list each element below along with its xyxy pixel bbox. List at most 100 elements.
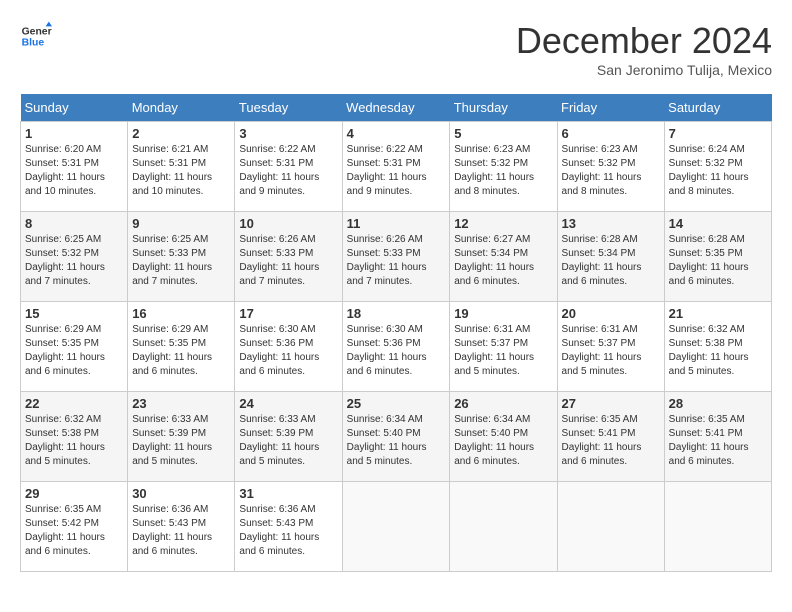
page-header: General Blue December 2024 San Jeronimo …	[20, 20, 772, 78]
calendar-header-row: SundayMondayTuesdayWednesdayThursdayFrid…	[21, 94, 772, 122]
day-number: 25	[347, 396, 446, 411]
calendar-day-cell: 23 Sunrise: 6:33 AM Sunset: 5:39 PM Dayl…	[128, 392, 235, 482]
day-number: 1	[25, 126, 123, 141]
day-number: 27	[562, 396, 660, 411]
calendar-week-row: 22 Sunrise: 6:32 AM Sunset: 5:38 PM Dayl…	[21, 392, 772, 482]
calendar-day-cell: 11 Sunrise: 6:26 AM Sunset: 5:33 PM Dayl…	[342, 212, 450, 302]
day-info: Sunrise: 6:20 AM Sunset: 5:31 PM Dayligh…	[25, 143, 123, 199]
day-info: Sunrise: 6:24 AM Sunset: 5:32 PM Dayligh…	[669, 143, 767, 199]
calendar-day-cell: 5 Sunrise: 6:23 AM Sunset: 5:32 PM Dayli…	[450, 122, 557, 212]
col-header-wednesday: Wednesday	[342, 94, 450, 122]
calendar-day-cell: 4 Sunrise: 6:22 AM Sunset: 5:31 PM Dayli…	[342, 122, 450, 212]
day-number: 14	[669, 216, 767, 231]
calendar-day-cell: 8 Sunrise: 6:25 AM Sunset: 5:32 PM Dayli…	[21, 212, 128, 302]
day-info: Sunrise: 6:36 AM Sunset: 5:43 PM Dayligh…	[132, 503, 230, 559]
day-number: 7	[669, 126, 767, 141]
calendar-day-cell: 18 Sunrise: 6:30 AM Sunset: 5:36 PM Dayl…	[342, 302, 450, 392]
title-block: December 2024 San Jeronimo Tulija, Mexic…	[516, 20, 772, 78]
day-number: 13	[562, 216, 660, 231]
day-number: 15	[25, 306, 123, 321]
calendar-table: SundayMondayTuesdayWednesdayThursdayFrid…	[20, 94, 772, 572]
day-info: Sunrise: 6:26 AM Sunset: 5:33 PM Dayligh…	[347, 233, 446, 289]
calendar-day-cell: 17 Sunrise: 6:30 AM Sunset: 5:36 PM Dayl…	[235, 302, 342, 392]
day-number: 3	[239, 126, 337, 141]
day-info: Sunrise: 6:25 AM Sunset: 5:32 PM Dayligh…	[25, 233, 123, 289]
calendar-day-cell: 20 Sunrise: 6:31 AM Sunset: 5:37 PM Dayl…	[557, 302, 664, 392]
day-info: Sunrise: 6:25 AM Sunset: 5:33 PM Dayligh…	[132, 233, 230, 289]
day-info: Sunrise: 6:36 AM Sunset: 5:43 PM Dayligh…	[239, 503, 337, 559]
calendar-day-cell: 24 Sunrise: 6:33 AM Sunset: 5:39 PM Dayl…	[235, 392, 342, 482]
day-number: 22	[25, 396, 123, 411]
day-info: Sunrise: 6:29 AM Sunset: 5:35 PM Dayligh…	[25, 323, 123, 379]
col-header-friday: Friday	[557, 94, 664, 122]
calendar-day-cell: 21 Sunrise: 6:32 AM Sunset: 5:38 PM Dayl…	[664, 302, 771, 392]
col-header-sunday: Sunday	[21, 94, 128, 122]
day-info: Sunrise: 6:29 AM Sunset: 5:35 PM Dayligh…	[132, 323, 230, 379]
calendar-week-row: 8 Sunrise: 6:25 AM Sunset: 5:32 PM Dayli…	[21, 212, 772, 302]
calendar-day-cell: 6 Sunrise: 6:23 AM Sunset: 5:32 PM Dayli…	[557, 122, 664, 212]
day-info: Sunrise: 6:35 AM Sunset: 5:41 PM Dayligh…	[562, 413, 660, 469]
calendar-day-cell: 15 Sunrise: 6:29 AM Sunset: 5:35 PM Dayl…	[21, 302, 128, 392]
day-number: 10	[239, 216, 337, 231]
svg-text:General: General	[22, 26, 52, 37]
day-number: 17	[239, 306, 337, 321]
calendar-day-cell: 26 Sunrise: 6:34 AM Sunset: 5:40 PM Dayl…	[450, 392, 557, 482]
day-info: Sunrise: 6:35 AM Sunset: 5:42 PM Dayligh…	[25, 503, 123, 559]
day-number: 30	[132, 486, 230, 501]
day-info: Sunrise: 6:23 AM Sunset: 5:32 PM Dayligh…	[562, 143, 660, 199]
day-number: 4	[347, 126, 446, 141]
col-header-tuesday: Tuesday	[235, 94, 342, 122]
day-info: Sunrise: 6:28 AM Sunset: 5:34 PM Dayligh…	[562, 233, 660, 289]
calendar-day-cell: 25 Sunrise: 6:34 AM Sunset: 5:40 PM Dayl…	[342, 392, 450, 482]
day-number: 18	[347, 306, 446, 321]
location-subtitle: San Jeronimo Tulija, Mexico	[516, 62, 772, 78]
calendar-day-cell: 1 Sunrise: 6:20 AM Sunset: 5:31 PM Dayli…	[21, 122, 128, 212]
day-number: 12	[454, 216, 552, 231]
calendar-day-cell	[342, 482, 450, 572]
day-number: 2	[132, 126, 230, 141]
day-number: 6	[562, 126, 660, 141]
calendar-day-cell: 9 Sunrise: 6:25 AM Sunset: 5:33 PM Dayli…	[128, 212, 235, 302]
calendar-week-row: 15 Sunrise: 6:29 AM Sunset: 5:35 PM Dayl…	[21, 302, 772, 392]
calendar-day-cell: 13 Sunrise: 6:28 AM Sunset: 5:34 PM Dayl…	[557, 212, 664, 302]
calendar-day-cell: 31 Sunrise: 6:36 AM Sunset: 5:43 PM Dayl…	[235, 482, 342, 572]
day-info: Sunrise: 6:30 AM Sunset: 5:36 PM Dayligh…	[239, 323, 337, 379]
day-info: Sunrise: 6:22 AM Sunset: 5:31 PM Dayligh…	[239, 143, 337, 199]
day-info: Sunrise: 6:28 AM Sunset: 5:35 PM Dayligh…	[669, 233, 767, 289]
day-number: 31	[239, 486, 337, 501]
logo-icon: General Blue	[20, 20, 52, 52]
day-info: Sunrise: 6:30 AM Sunset: 5:36 PM Dayligh…	[347, 323, 446, 379]
calendar-day-cell: 29 Sunrise: 6:35 AM Sunset: 5:42 PM Dayl…	[21, 482, 128, 572]
day-number: 24	[239, 396, 337, 411]
calendar-day-cell: 30 Sunrise: 6:36 AM Sunset: 5:43 PM Dayl…	[128, 482, 235, 572]
day-number: 26	[454, 396, 552, 411]
day-info: Sunrise: 6:34 AM Sunset: 5:40 PM Dayligh…	[454, 413, 552, 469]
calendar-day-cell	[557, 482, 664, 572]
calendar-day-cell: 14 Sunrise: 6:28 AM Sunset: 5:35 PM Dayl…	[664, 212, 771, 302]
day-number: 9	[132, 216, 230, 231]
month-title: December 2024	[516, 20, 772, 62]
day-number: 11	[347, 216, 446, 231]
calendar-day-cell: 3 Sunrise: 6:22 AM Sunset: 5:31 PM Dayli…	[235, 122, 342, 212]
day-info: Sunrise: 6:31 AM Sunset: 5:37 PM Dayligh…	[454, 323, 552, 379]
calendar-day-cell: 19 Sunrise: 6:31 AM Sunset: 5:37 PM Dayl…	[450, 302, 557, 392]
day-info: Sunrise: 6:32 AM Sunset: 5:38 PM Dayligh…	[25, 413, 123, 469]
day-info: Sunrise: 6:23 AM Sunset: 5:32 PM Dayligh…	[454, 143, 552, 199]
calendar-day-cell	[450, 482, 557, 572]
col-header-saturday: Saturday	[664, 94, 771, 122]
calendar-day-cell: 16 Sunrise: 6:29 AM Sunset: 5:35 PM Dayl…	[128, 302, 235, 392]
day-info: Sunrise: 6:33 AM Sunset: 5:39 PM Dayligh…	[132, 413, 230, 469]
calendar-week-row: 1 Sunrise: 6:20 AM Sunset: 5:31 PM Dayli…	[21, 122, 772, 212]
day-info: Sunrise: 6:34 AM Sunset: 5:40 PM Dayligh…	[347, 413, 446, 469]
day-number: 8	[25, 216, 123, 231]
day-info: Sunrise: 6:31 AM Sunset: 5:37 PM Dayligh…	[562, 323, 660, 379]
calendar-day-cell: 7 Sunrise: 6:24 AM Sunset: 5:32 PM Dayli…	[664, 122, 771, 212]
calendar-day-cell: 27 Sunrise: 6:35 AM Sunset: 5:41 PM Dayl…	[557, 392, 664, 482]
day-number: 21	[669, 306, 767, 321]
logo: General Blue	[20, 20, 52, 52]
day-number: 28	[669, 396, 767, 411]
day-info: Sunrise: 6:35 AM Sunset: 5:41 PM Dayligh…	[669, 413, 767, 469]
svg-text:Blue: Blue	[22, 38, 45, 49]
col-header-thursday: Thursday	[450, 94, 557, 122]
day-number: 29	[25, 486, 123, 501]
